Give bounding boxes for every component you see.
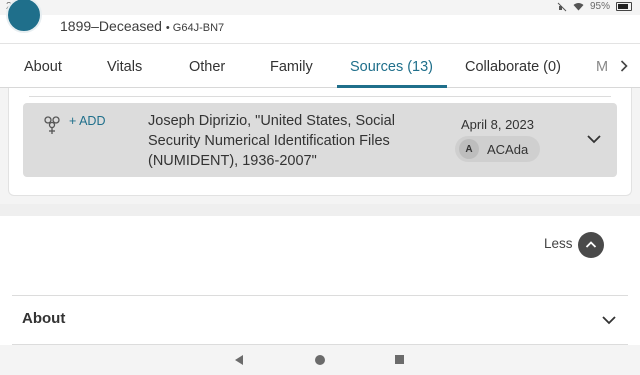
tab-more-partial[interactable]: M [596,59,608,75]
chevron-down-icon[interactable] [586,131,602,147]
source-row[interactable]: + ADD Joseph Diprizio, "United States, S… [23,103,617,177]
tab-bar: About Vitals Other Family Sources (13) C… [0,43,640,88]
tab-vitals[interactable]: Vitals [107,59,142,75]
contributor-chip[interactable]: A ACAda [455,136,541,162]
person-id: G64J-BN7 [172,22,225,34]
chevron-right-icon[interactable] [620,60,628,72]
back-icon[interactable] [234,354,244,366]
person-avatar[interactable] [6,0,42,33]
status-bar: 2:25 95% [0,0,640,15]
contributor-name: ACAda [487,141,529,157]
recent-apps-icon[interactable] [395,355,404,364]
tab-other[interactable]: Other [189,59,225,75]
family-tree-icon [44,116,60,134]
source-date: April 8, 2023 [461,117,534,132]
battery-icon [616,2,632,11]
tab-about[interactable]: About [24,59,62,75]
chevron-down-icon[interactable] [601,312,617,328]
wifi-icon [573,3,584,11]
person-summary: 1899–Deceased • G64J-BN7 [60,18,224,34]
home-icon[interactable] [315,355,325,365]
card-divider [29,96,611,97]
person-header: 1899–Deceased • G64J-BN7 [0,0,640,43]
lower-panel: Less About [0,216,640,355]
system-nav-bar [0,345,640,375]
tab-sources[interactable]: Sources (13) [350,59,433,75]
mute-icon [557,2,567,11]
source-title[interactable]: Joseph Diprizio, "United States, Social … [148,111,438,171]
section-gap-band [0,204,640,216]
sources-card: + ADD Joseph Diprizio, "United States, S… [8,88,632,196]
collapse-button[interactable] [578,232,604,258]
less-label[interactable]: Less [544,236,573,251]
chevron-up-icon [585,241,597,248]
tab-family[interactable]: Family [270,59,313,75]
section-gap [0,196,640,204]
about-section-title[interactable]: About [22,310,65,327]
tab-collaborate[interactable]: Collaborate (0) [465,59,561,75]
lifespan: 1899–Deceased [60,18,162,34]
add-to-tree-link[interactable]: + ADD [69,114,105,128]
divider [12,295,628,296]
contributor-avatar: A [459,139,479,159]
battery-percent: 95% [589,1,610,12]
pid-separator: • [165,22,173,34]
